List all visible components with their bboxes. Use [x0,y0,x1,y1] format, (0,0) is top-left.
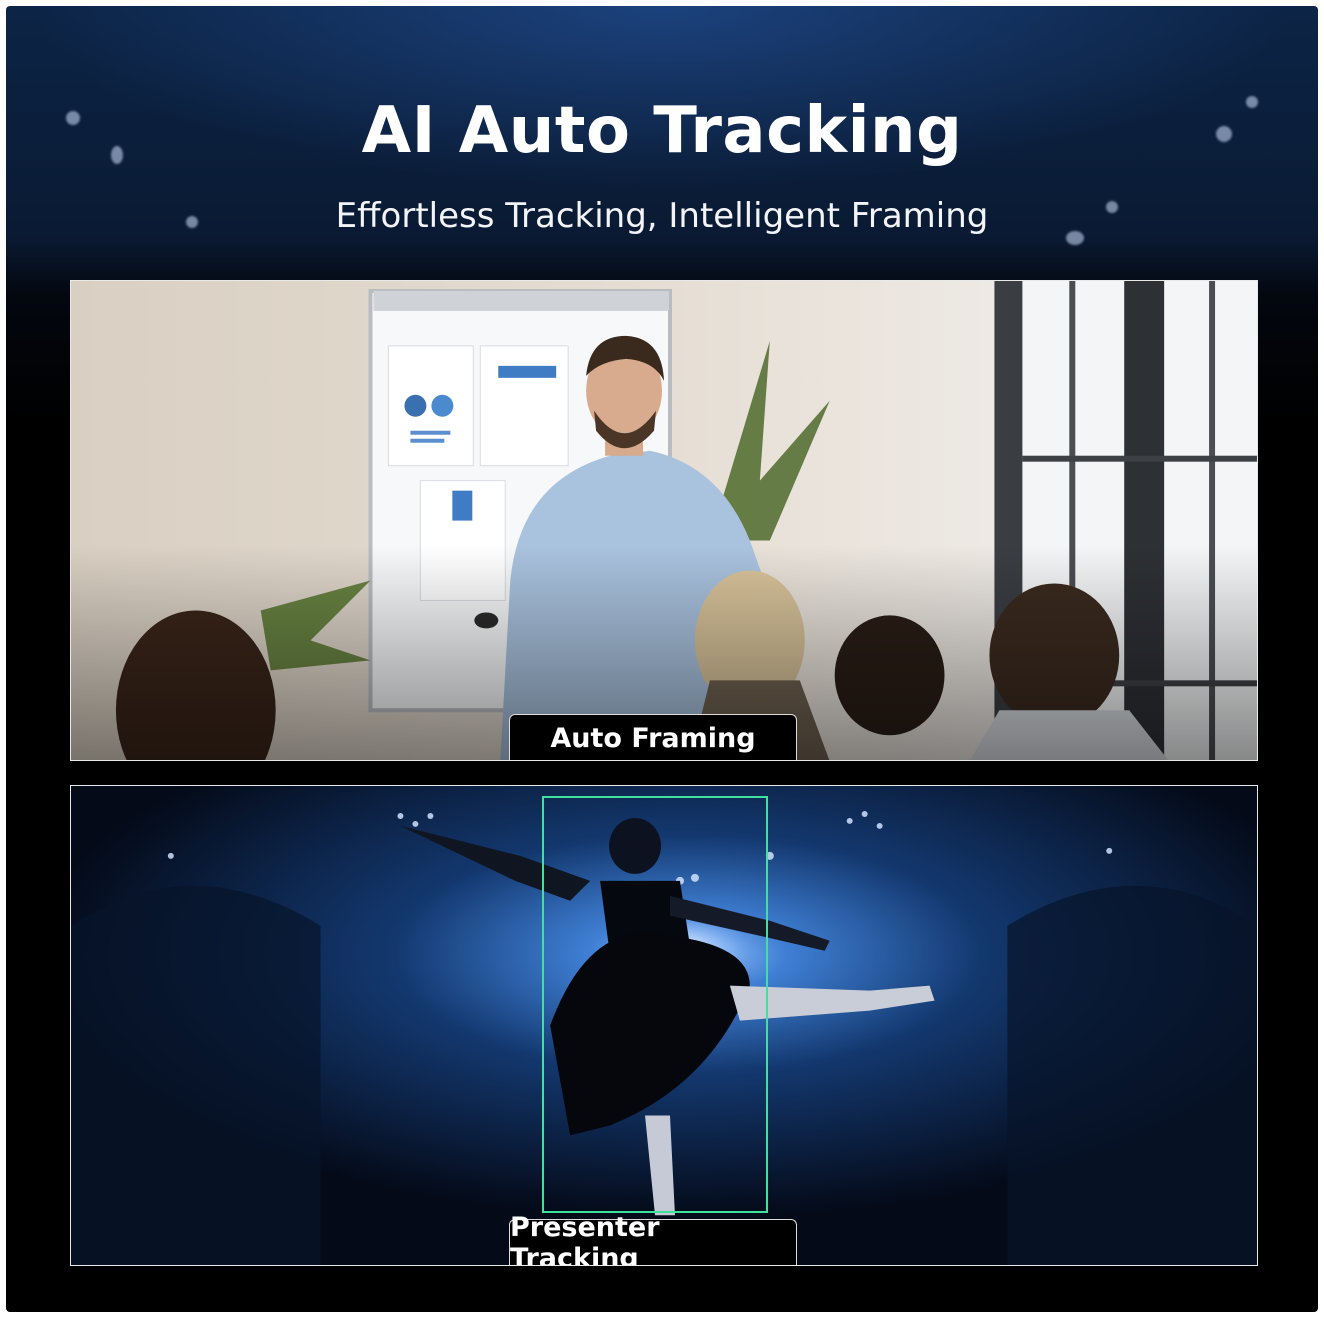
auto-framing-panel: Auto Framing [70,280,1258,761]
auto-framing-label: Auto Framing [509,714,797,760]
presenter-tracking-label: Presenter Tracking [509,1212,797,1265]
product-feature-banner: AI Auto Tracking Effortless Tracking, In… [6,6,1318,1312]
page-title: AI Auto Tracking [361,94,963,168]
presenter-tracking-panel: Presenter Tracking [70,785,1258,1266]
page-subtitle: Effortless Tracking, Intelligent Framing [335,196,989,236]
tracking-frame [542,796,768,1213]
conference-room-photo [71,281,1257,760]
